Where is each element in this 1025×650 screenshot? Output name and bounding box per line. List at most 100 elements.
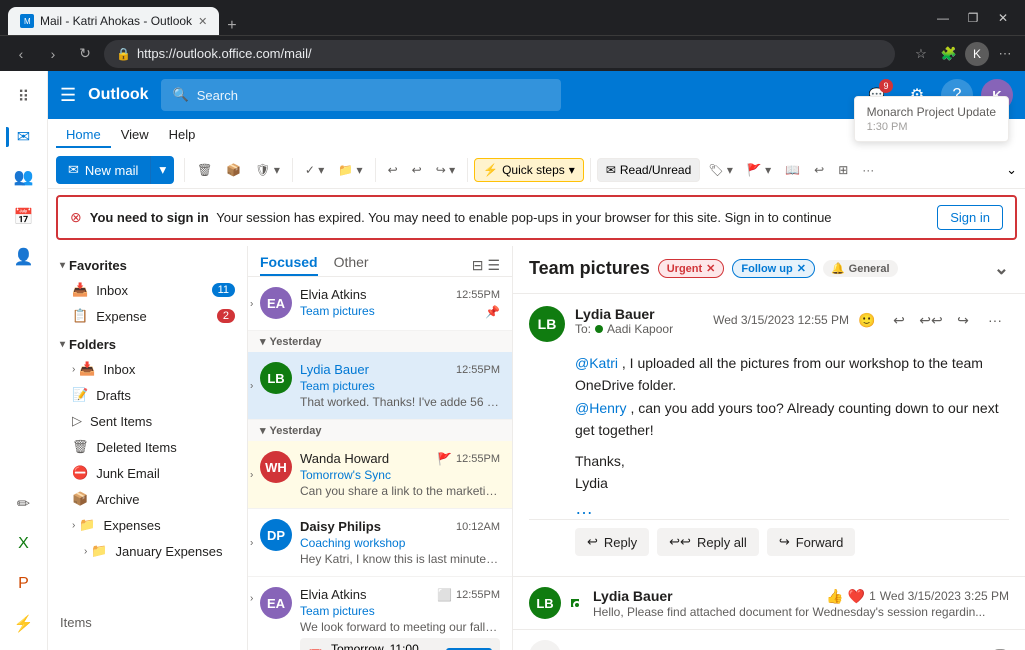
- msg-chevron-2: ›: [250, 380, 253, 391]
- urgent-close-icon[interactable]: ✕: [706, 262, 715, 275]
- immersive-reader-btn[interactable]: 📖: [779, 159, 806, 181]
- forward-button[interactable]: ↪ Forward: [767, 528, 856, 556]
- reply-button[interactable]: ↩ Reply: [575, 528, 649, 556]
- hamburger-icon[interactable]: ☰: [60, 85, 76, 106]
- back-btn[interactable]: ‹: [8, 41, 34, 67]
- urgent-label: Urgent: [667, 263, 702, 275]
- filter-icon-1[interactable]: ⊟: [472, 257, 484, 274]
- folder-junk[interactable]: ⛔ Junk Email: [48, 460, 247, 486]
- email-ellipsis-1[interactable]: …: [529, 498, 1009, 519]
- maximize-btn[interactable]: ❐: [959, 8, 987, 28]
- view-btn[interactable]: ⊞: [832, 159, 854, 181]
- forward-btn-ribbon[interactable]: ↪ ▾: [430, 159, 461, 181]
- archive-btn[interactable]: 📦: [220, 159, 247, 181]
- new-mail-button[interactable]: ✉ New mail: [56, 156, 150, 184]
- minimize-btn[interactable]: —: [929, 8, 957, 28]
- mark-as-btn[interactable]: ✓ ▾: [299, 159, 330, 181]
- more-email-btn[interactable]: ···: [981, 306, 1009, 334]
- undo2-btn[interactable]: ↩: [808, 159, 830, 181]
- people-icon[interactable]: 👥: [6, 159, 42, 195]
- undo-btn[interactable]: ↩: [382, 159, 404, 181]
- preview-daisy: Hey Katri, I know this is last minute, b…: [300, 552, 500, 566]
- collapse-reading-icon[interactable]: ⌄: [994, 258, 1009, 279]
- extensions-icon[interactable]: 🧩: [937, 42, 961, 66]
- favorites-icon[interactable]: ☆: [909, 42, 933, 66]
- folder-drafts[interactable]: 📝 Drafts: [48, 382, 247, 408]
- more-options-btn[interactable]: ···: [856, 159, 880, 181]
- message-item-lydia[interactable]: › LB Lydia Bauer 12:55PM Team pictures T…: [248, 352, 512, 420]
- tag-followup[interactable]: Follow up ✕: [732, 259, 815, 278]
- search-box[interactable]: 🔍 Search: [161, 79, 561, 111]
- grid-icon[interactable]: ⠿: [6, 79, 42, 115]
- reply-all-button[interactable]: ↩↩ Reply all: [657, 528, 759, 556]
- items-label: Items: [60, 615, 92, 630]
- calendar-icon[interactable]: 📅: [6, 199, 42, 235]
- junk-icon: ⛔: [72, 465, 88, 481]
- new-tab-btn[interactable]: +: [219, 17, 244, 35]
- apps-nav-icon[interactable]: ⚡: [6, 606, 42, 642]
- followup-label: Follow up: [741, 263, 792, 275]
- avatar-elvia-2: EA: [260, 587, 292, 619]
- divider-text-1: Yesterday: [270, 336, 322, 348]
- powerpoint-nav-icon[interactable]: P: [6, 566, 42, 602]
- folders-header[interactable]: ▾ Folders: [48, 333, 247, 356]
- folder-expense-fav[interactable]: 📋 Expense 2: [48, 303, 247, 329]
- flag-btn[interactable]: 🚩 ▾: [741, 159, 777, 181]
- browser-menu-icon[interactable]: ⋯: [993, 42, 1017, 66]
- quick-steps-btn[interactable]: ⚡ Quick steps ▾: [474, 158, 584, 182]
- address-bar[interactable]: 🔒 https://outlook.office.com/mail/: [104, 40, 895, 68]
- contacts-icon[interactable]: 👤: [6, 239, 42, 275]
- ribbon-expand-icon[interactable]: ⌄: [1006, 162, 1017, 178]
- read-unread-btn[interactable]: ✉ Read/Unread: [597, 158, 700, 182]
- delete-btn[interactable]: 🗑: [191, 159, 218, 181]
- new-mail-dropdown-btn[interactable]: ▾: [150, 156, 174, 184]
- followup-close-icon[interactable]: ✕: [797, 262, 806, 275]
- folder-expenses[interactable]: › 📁 Expenses: [48, 512, 247, 538]
- reply-quick-btn[interactable]: ↩: [885, 306, 913, 334]
- message-list: Focused Other ⊟ ☰ › EA: [248, 246, 513, 650]
- active-browser-tab[interactable]: M Mail - Katri Ahokas - Outlook ✕: [8, 7, 219, 35]
- folder-archive[interactable]: 📦 Archive: [48, 486, 247, 512]
- subject-daisy: Coaching workshop: [300, 536, 500, 550]
- mail-icon[interactable]: ✉: [6, 119, 42, 155]
- email-msg-2[interactable]: LB Lydia Bauer 👍 ❤️ 1 Wed: [513, 577, 1025, 630]
- focused-tab[interactable]: Focused: [260, 254, 318, 276]
- message-item-daisy[interactable]: › DP Daisy Philips 10:12AM Coaching work…: [248, 509, 512, 577]
- emoji-react-btn[interactable]: 🙂: [853, 306, 881, 334]
- message-item-elvia-2[interactable]: › EA Elvia Atkins ⬜ 12:55PM: [248, 577, 512, 650]
- svg-text:M: M: [24, 17, 31, 26]
- folder-jan-expenses[interactable]: › 📁 January Expenses: [48, 538, 247, 564]
- message-item-wanda[interactable]: › WH Wanda Howard 🚩 12:55PM Tomorrow's S…: [248, 441, 512, 509]
- divider-text-2: Yesterday: [270, 425, 322, 437]
- other-tab[interactable]: Other: [334, 254, 369, 276]
- reply-all-icon: ↩↩: [669, 534, 691, 550]
- favorites-header[interactable]: ▾ Favorites: [48, 254, 247, 277]
- folder-junk-name: Junk Email: [96, 466, 160, 481]
- filter-icon-2[interactable]: ☰: [487, 257, 500, 274]
- folder-inbox-fav[interactable]: 📥 Inbox 11: [48, 277, 247, 303]
- folder-inbox[interactable]: › 📥 Inbox: [48, 356, 247, 382]
- reply-all-quick-btn[interactable]: ↩↩: [917, 306, 945, 334]
- tag-general[interactable]: 🔔 General: [823, 260, 898, 277]
- move-to-btn[interactable]: 📁 ▾: [332, 159, 368, 181]
- pen-icon[interactable]: ✏: [6, 486, 42, 522]
- refresh-btn[interactable]: ↻: [72, 41, 98, 67]
- forward-quick-btn[interactable]: ↪: [949, 306, 977, 334]
- user-profile-icon[interactable]: K: [965, 42, 989, 66]
- tab-help[interactable]: Help: [159, 123, 206, 148]
- reply-btn-ribbon[interactable]: ↩: [406, 159, 428, 181]
- protect-btn[interactable]: 🛡 ▾: [249, 159, 286, 181]
- tab-view[interactable]: View: [111, 123, 159, 148]
- message-item-elvia-1[interactable]: › EA Elvia Atkins 12:55PM Team pictures …: [248, 277, 512, 331]
- sign-in-button[interactable]: Sign in: [937, 205, 1003, 230]
- tag-urgent[interactable]: Urgent ✕: [658, 259, 725, 278]
- folder-deleted[interactable]: 🗑 Deleted Items: [48, 434, 247, 460]
- tab-home[interactable]: Home: [56, 123, 111, 148]
- close-btn[interactable]: ✕: [989, 8, 1017, 28]
- folder-sent[interactable]: ▷ Sent Items: [48, 408, 247, 434]
- excel-nav-icon[interactable]: X: [6, 526, 42, 562]
- nav-icon-strip: ⠿ ✉ 👥 📅 👤 ✏ X P ⚡: [0, 71, 48, 650]
- forward-btn[interactable]: ›: [40, 41, 66, 67]
- tab-close-btn[interactable]: ✕: [198, 15, 207, 28]
- tag-btn[interactable]: 🏷 ▾: [702, 159, 739, 181]
